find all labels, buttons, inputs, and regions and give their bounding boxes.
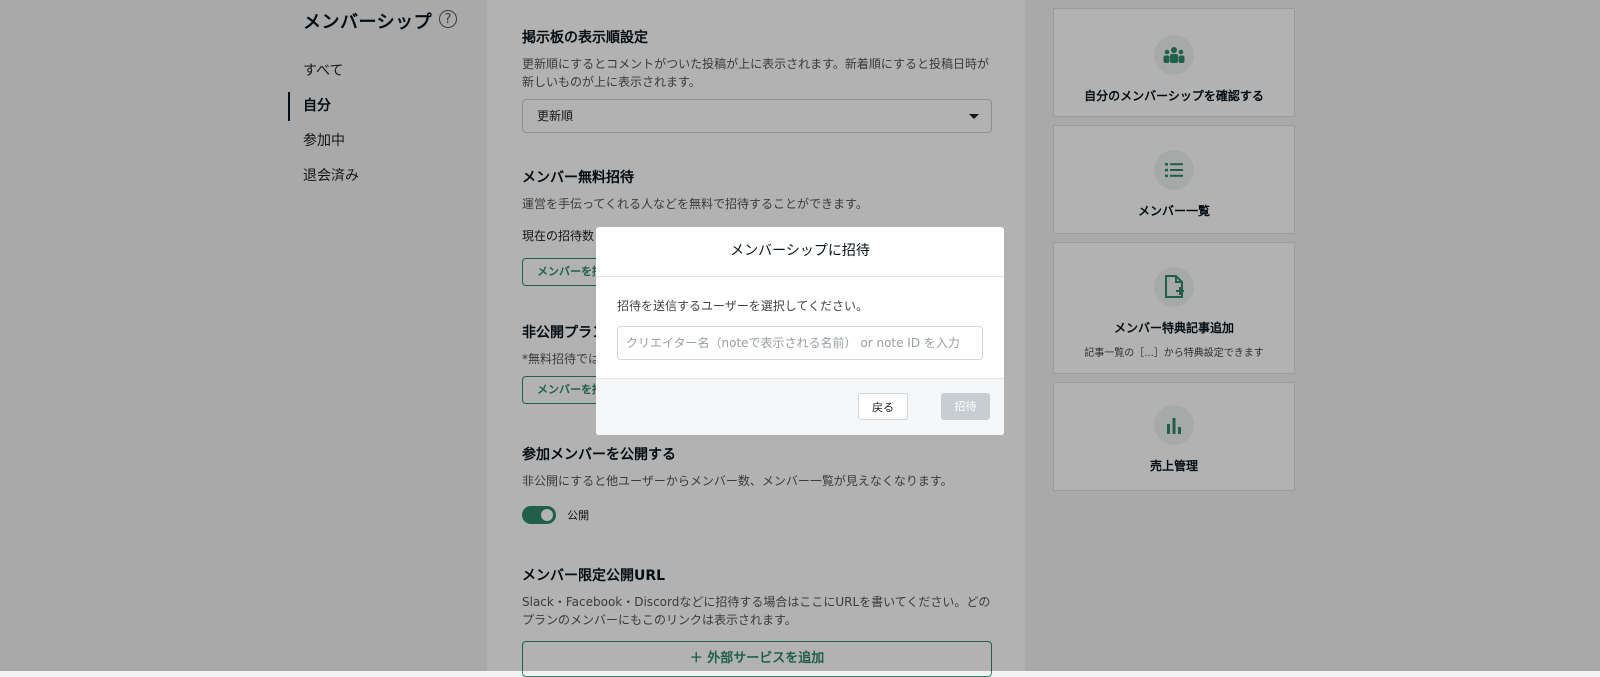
back-button[interactable]: 戻る: [858, 393, 908, 420]
modal-footer: 戻る 招待: [596, 378, 1004, 435]
modal-desc: 招待を送信するユーザーを選択してください。: [617, 299, 869, 313]
modal-body: 招待を送信するユーザーを選択してください。: [596, 277, 1004, 379]
creator-search-input[interactable]: [617, 326, 983, 360]
invite-button[interactable]: 招待: [941, 393, 990, 420]
invite-modal: メンバーシップに招待 招待を送信するユーザーを選択してください。 戻る 招待: [596, 227, 1004, 435]
modal-title: メンバーシップに招待: [596, 227, 1004, 277]
